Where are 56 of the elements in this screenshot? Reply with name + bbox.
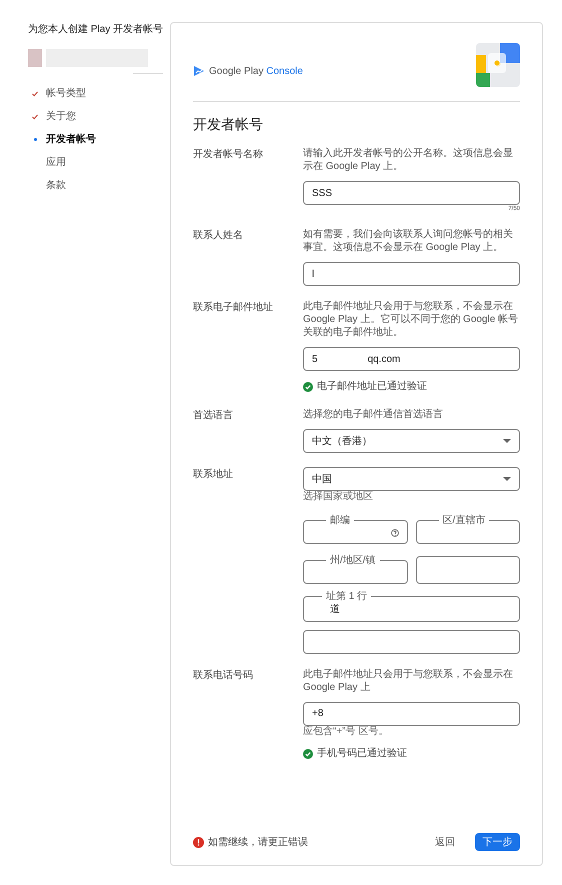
input-field[interactable]: l [303,262,520,286]
field-value: +8 [312,707,324,721]
input-field[interactable] [303,630,520,654]
back-button[interactable]: 返回 [427,834,463,850]
section-label: 联系地址 [193,468,234,482]
logo-text: Google Play Console [209,64,303,78]
caret-icon [503,439,511,443]
field-value: 道 [330,602,340,616]
field-value: qq.com [368,352,400,366]
section-label: 联系电话号码 [193,668,254,682]
step-item[interactable]: 应用 [46,155,66,170]
help-icon [390,528,398,536]
verified-message: 电子邮件地址已通过验证 [317,380,427,394]
dropdown[interactable]: 中文（香港） [303,429,520,453]
dropdown[interactable]: 中国 [303,467,520,491]
sidebar-title: 为您本人创建 Play 开发者帐号 [28,22,164,37]
play-console-logo-icon [193,65,205,77]
caret-icon [503,477,511,481]
field-value: 5 [312,352,318,366]
input-field[interactable]: 邮编 [303,516,408,544]
input-field[interactable]: 州/地区/镇 [303,556,408,584]
section-label: 联系人姓名 [193,228,244,243]
floating-label: 区/直辖市 [442,516,486,526]
input-field[interactable]: +8 [303,702,520,726]
step-item[interactable]: 关于您 [46,109,76,124]
section-description: 如有需要，我们会向该联系人询问您帐号的相关事宜。这项信息不会显示在 Google Play 上。 [303,228,514,254]
floating-label: 州/地区/镇 [329,556,377,566]
section-label: 首选语言 [193,408,234,423]
floating-label: 邮编 [329,516,351,526]
verified-message: 手机号码已通过验证 [317,746,407,761]
next-button[interactable]: 下一步 [475,833,520,851]
illustration-icon [476,43,520,87]
section-description: 选择您的电子邮件通信首选语言 [303,408,444,421]
error-icon [193,836,204,848]
error-message: 如需继续，请更正错误 [208,836,308,850]
input-field[interactable]: 5 qq.com [303,347,520,371]
input-field[interactable]: SSS [303,181,520,205]
check-circle-icon [303,382,313,392]
step-item[interactable]: 开发者帐号 [46,132,96,147]
input-field[interactable] [416,556,520,584]
section-label: 联系电子邮件地址 [193,300,274,315]
check-circle-icon [303,748,313,758]
field-value: SSS [312,186,332,200]
step-item[interactable]: 条款 [46,178,66,193]
page-title: 开发者帐号 [193,115,264,134]
step-item[interactable]: 帐号类型 [46,86,86,101]
input-field[interactable]: 址第 1 行 道 [303,592,520,622]
field-value: l [312,268,314,282]
field-hint: 应包含“+”号 区号。 [303,726,390,738]
field-hint: 选择国家或地区 [303,491,374,504]
floating-label: 址第 1 行 [325,592,368,602]
section-description: 请输入此开发者帐号的公开名称。这项信息会显示在 Google Play 上。 [303,147,514,173]
section-description: 此电子邮件地址只会用于与您联系，不会显示在 Google Play 上。它可以不同于您的 Google 帐号关联的电子邮件地址。 [303,300,520,339]
section-description: 此电子邮件地址只会用于与您联系，不会显示在 Google Play 上 [303,668,514,694]
input-field[interactable]: 区/直辖市 [416,516,520,544]
section-label: 开发者帐号名称 [193,148,264,162]
